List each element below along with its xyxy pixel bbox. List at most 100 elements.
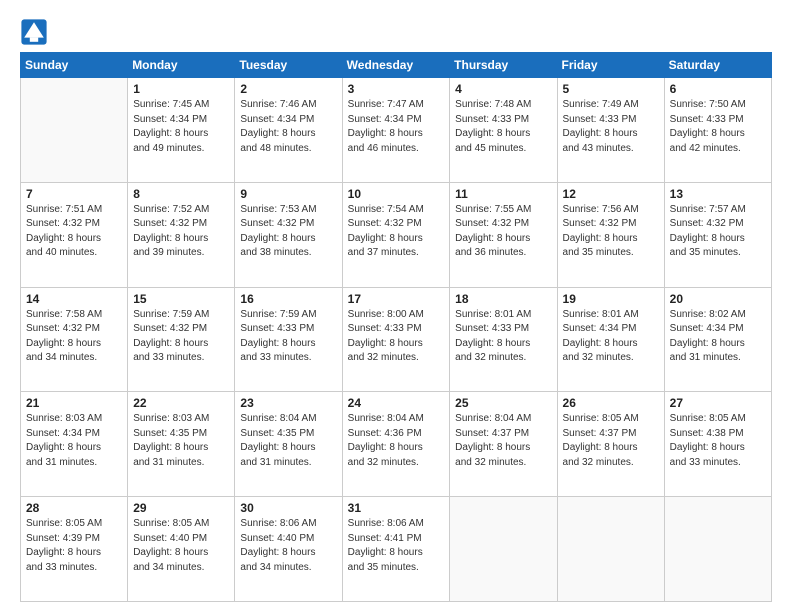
day-info: Sunrise: 7:49 AMSunset: 4:33 PMDaylight:…	[563, 98, 659, 156]
day-info: Sunrise: 7:46 AMSunset: 4:34 PMDaylight:…	[240, 98, 336, 156]
day-number: 4	[455, 82, 551, 96]
calendar-cell	[664, 497, 771, 602]
day-info: Sunrise: 8:01 AMSunset: 4:34 PMDaylight:…	[563, 308, 659, 366]
day-number: 2	[240, 82, 336, 96]
calendar-cell: 4 Sunrise: 7:48 AMSunset: 4:33 PMDaylight…	[450, 78, 557, 183]
calendar-cell: 18 Sunrise: 8:01 AMSunset: 4:33 PMDayligh…	[450, 287, 557, 392]
day-number: 12	[563, 187, 659, 201]
calendar-cell: 5 Sunrise: 7:49 AMSunset: 4:33 PMDaylight…	[557, 78, 664, 183]
day-number: 14	[26, 292, 122, 306]
day-info: Sunrise: 8:03 AMSunset: 4:34 PMDaylight:…	[26, 412, 122, 470]
day-number: 15	[133, 292, 229, 306]
day-header-saturday: Saturday	[664, 53, 771, 78]
calendar-cell: 11Sunrise: 7:55 AMSunset: 4:32 PMDayligh…	[450, 182, 557, 287]
logo	[20, 18, 50, 46]
days-header-row: SundayMondayTuesdayWednesdayThursdayFrid…	[21, 53, 772, 78]
day-info: Sunrise: 7:57 AMSunset: 4:32 PMDaylight:…	[670, 203, 766, 261]
header	[20, 18, 772, 46]
day-header-thursday: Thursday	[450, 53, 557, 78]
day-info: Sunrise: 7:52 AMSunset: 4:32 PMDaylight:…	[133, 203, 229, 261]
day-info: Sunrise: 8:05 AMSunset: 4:38 PMDaylight:…	[670, 412, 766, 470]
week-row-2: 14 Sunrise: 7:58 AMSunset: 4:32 PMDayligh…	[21, 287, 772, 392]
day-info: Sunrise: 7:48 AMSunset: 4:33 PMDaylight:…	[455, 98, 551, 156]
week-row-4: 28 Sunrise: 8:05 AMSunset: 4:39 PMDayligh…	[21, 497, 772, 602]
calendar-cell: 27 Sunrise: 8:05 AMSunset: 4:38 PMDayligh…	[664, 392, 771, 497]
day-info: Sunrise: 7:59 AMSunset: 4:32 PMDaylight:…	[133, 308, 229, 366]
day-info: Sunrise: 7:58 AMSunset: 4:32 PMDaylight:…	[26, 308, 122, 366]
day-number: 25	[455, 396, 551, 410]
calendar-cell: 10 Sunrise: 7:54 AMSunset: 4:32 PMDayligh…	[342, 182, 450, 287]
calendar-cell: 24 Sunrise: 8:04 AMSunset: 4:36 PMDayligh…	[342, 392, 450, 497]
day-info: Sunrise: 7:51 AMSunset: 4:32 PMDaylight:…	[26, 203, 122, 261]
day-info: Sunrise: 7:45 AMSunset: 4:34 PMDaylight:…	[133, 98, 229, 156]
day-number: 6	[670, 82, 766, 96]
calendar-cell: 8 Sunrise: 7:52 AMSunset: 4:32 PMDaylight…	[128, 182, 235, 287]
day-info: Sunrise: 8:05 AMSunset: 4:37 PMDaylight:…	[563, 412, 659, 470]
day-info: Sunrise: 8:04 AMSunset: 4:37 PMDaylight:…	[455, 412, 551, 470]
week-row-0: 1 Sunrise: 7:45 AMSunset: 4:34 PMDaylight…	[21, 78, 772, 183]
day-number: 23	[240, 396, 336, 410]
calendar-cell: 1 Sunrise: 7:45 AMSunset: 4:34 PMDaylight…	[128, 78, 235, 183]
calendar-table: SundayMondayTuesdayWednesdayThursdayFrid…	[20, 52, 772, 602]
calendar-cell	[557, 497, 664, 602]
calendar-cell: 14 Sunrise: 7:58 AMSunset: 4:32 PMDayligh…	[21, 287, 128, 392]
day-number: 3	[348, 82, 445, 96]
day-info: Sunrise: 8:05 AMSunset: 4:40 PMDaylight:…	[133, 517, 229, 575]
day-number: 28	[26, 501, 122, 515]
calendar-cell: 17Sunrise: 8:00 AMSunset: 4:33 PMDayligh…	[342, 287, 450, 392]
calendar-cell: 30Sunrise: 8:06 AMSunset: 4:40 PMDayligh…	[235, 497, 342, 602]
calendar-cell	[450, 497, 557, 602]
day-info: Sunrise: 7:53 AMSunset: 4:32 PMDaylight:…	[240, 203, 336, 261]
day-number: 21	[26, 396, 122, 410]
day-number: 22	[133, 396, 229, 410]
calendar-cell: 29 Sunrise: 8:05 AMSunset: 4:40 PMDayligh…	[128, 497, 235, 602]
day-number: 16	[240, 292, 336, 306]
day-info: Sunrise: 8:01 AMSunset: 4:33 PMDaylight:…	[455, 308, 551, 366]
calendar-cell: 2 Sunrise: 7:46 AMSunset: 4:34 PMDaylight…	[235, 78, 342, 183]
day-info: Sunrise: 8:02 AMSunset: 4:34 PMDaylight:…	[670, 308, 766, 366]
day-info: Sunrise: 7:59 AMSunset: 4:33 PMDaylight:…	[240, 308, 336, 366]
week-row-1: 7 Sunrise: 7:51 AMSunset: 4:32 PMDaylight…	[21, 182, 772, 287]
day-number: 24	[348, 396, 445, 410]
calendar-cell: 7 Sunrise: 7:51 AMSunset: 4:32 PMDaylight…	[21, 182, 128, 287]
calendar-cell: 31Sunrise: 8:06 AMSunset: 4:41 PMDayligh…	[342, 497, 450, 602]
day-number: 18	[455, 292, 551, 306]
calendar-cell: 21 Sunrise: 8:03 AMSunset: 4:34 PMDayligh…	[21, 392, 128, 497]
day-info: Sunrise: 8:03 AMSunset: 4:35 PMDaylight:…	[133, 412, 229, 470]
day-header-friday: Friday	[557, 53, 664, 78]
day-number: 5	[563, 82, 659, 96]
logo-icon	[20, 18, 48, 46]
day-number: 1	[133, 82, 229, 96]
calendar-cell: 23Sunrise: 8:04 AMSunset: 4:35 PMDayligh…	[235, 392, 342, 497]
day-number: 13	[670, 187, 766, 201]
calendar-cell: 9 Sunrise: 7:53 AMSunset: 4:32 PMDaylight…	[235, 182, 342, 287]
calendar-cell: 6 Sunrise: 7:50 AMSunset: 4:33 PMDaylight…	[664, 78, 771, 183]
calendar-cell: 12 Sunrise: 7:56 AMSunset: 4:32 PMDayligh…	[557, 182, 664, 287]
day-info: Sunrise: 8:04 AMSunset: 4:36 PMDaylight:…	[348, 412, 445, 470]
day-number: 19	[563, 292, 659, 306]
day-number: 30	[240, 501, 336, 515]
calendar-cell: 28 Sunrise: 8:05 AMSunset: 4:39 PMDayligh…	[21, 497, 128, 602]
calendar-cell: 20 Sunrise: 8:02 AMSunset: 4:34 PMDayligh…	[664, 287, 771, 392]
day-header-monday: Monday	[128, 53, 235, 78]
day-number: 27	[670, 396, 766, 410]
calendar-cell: 19 Sunrise: 8:01 AMSunset: 4:34 PMDayligh…	[557, 287, 664, 392]
calendar-cell: 3 Sunrise: 7:47 AMSunset: 4:34 PMDaylight…	[342, 78, 450, 183]
day-info: Sunrise: 7:56 AMSunset: 4:32 PMDaylight:…	[563, 203, 659, 261]
calendar-cell: 13 Sunrise: 7:57 AMSunset: 4:32 PMDayligh…	[664, 182, 771, 287]
day-info: Sunrise: 7:50 AMSunset: 4:33 PMDaylight:…	[670, 98, 766, 156]
calendar-cell: 16 Sunrise: 7:59 AMSunset: 4:33 PMDayligh…	[235, 287, 342, 392]
day-number: 9	[240, 187, 336, 201]
day-number: 7	[26, 187, 122, 201]
day-number: 10	[348, 187, 445, 201]
day-number: 11	[455, 187, 551, 201]
day-info: Sunrise: 7:54 AMSunset: 4:32 PMDaylight:…	[348, 203, 445, 261]
day-number: 8	[133, 187, 229, 201]
day-number: 29	[133, 501, 229, 515]
day-number: 31	[348, 501, 445, 515]
day-header-sunday: Sunday	[21, 53, 128, 78]
day-info: Sunrise: 8:05 AMSunset: 4:39 PMDaylight:…	[26, 517, 122, 575]
week-row-3: 21 Sunrise: 8:03 AMSunset: 4:34 PMDayligh…	[21, 392, 772, 497]
day-number: 20	[670, 292, 766, 306]
day-info: Sunrise: 7:47 AMSunset: 4:34 PMDaylight:…	[348, 98, 445, 156]
